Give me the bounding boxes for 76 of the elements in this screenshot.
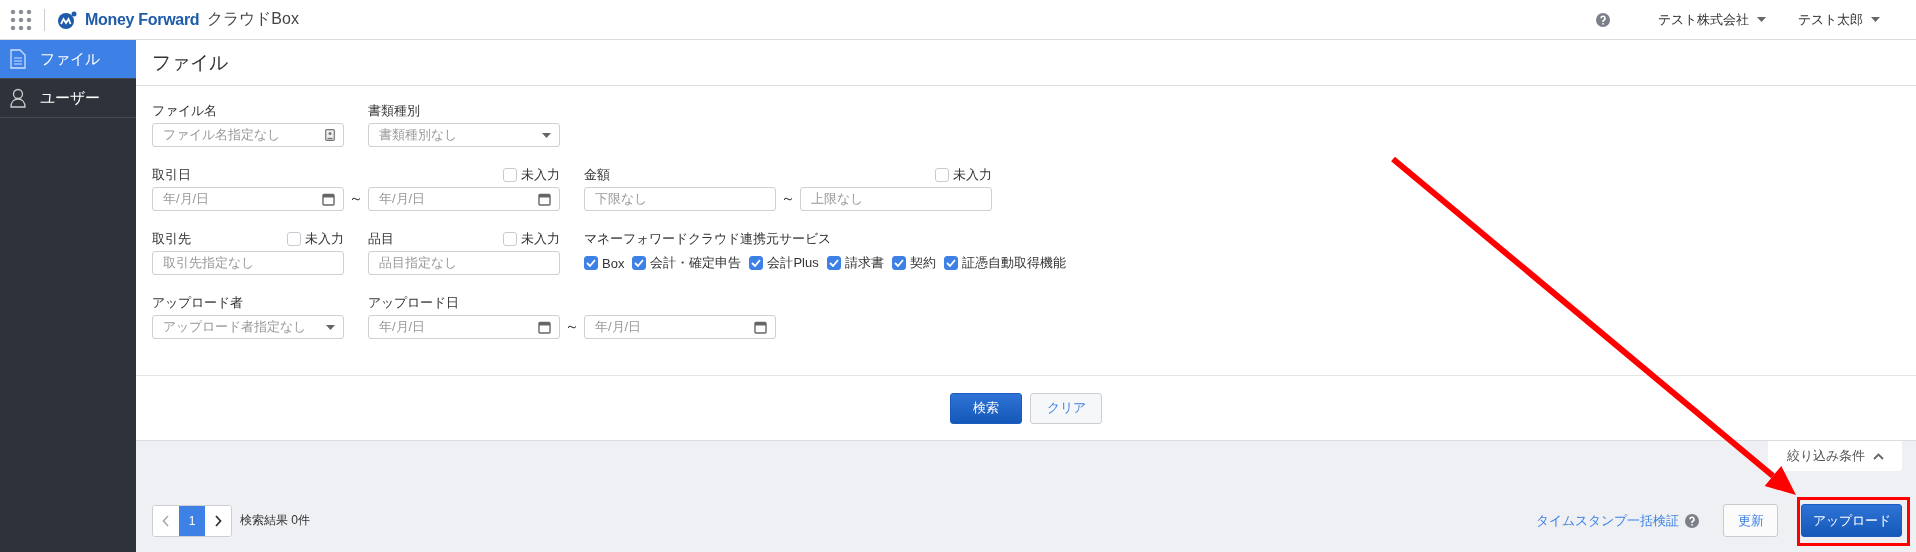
field-label: 金額 xyxy=(584,166,610,184)
sidebar-item[interactable]: ファイル xyxy=(0,40,136,79)
checkbox-label: 未入力 xyxy=(953,166,992,184)
product-name: クラウドBox xyxy=(207,9,299,29)
chevron-left-icon xyxy=(162,514,170,527)
amount-field[interactable]: 下限なし xyxy=(584,187,776,211)
range-separator: ～ xyxy=(564,318,580,336)
date-field[interactable]: 年/月/日 xyxy=(368,187,560,211)
search-button[interactable]: 検索 xyxy=(950,392,1022,424)
refresh-button[interactable]: 更新 xyxy=(1723,504,1778,537)
text-field[interactable]: 取引先指定なし xyxy=(152,251,344,275)
date-field[interactable]: 年/月/日 xyxy=(152,187,344,211)
file-name-field[interactable]: ファイル名指定なし xyxy=(152,123,344,147)
timestamp-link[interactable]: タイムスタンプ一括検証 xyxy=(1536,511,1679,530)
checkbox-label: 会計Plus xyxy=(767,254,819,272)
caret-icon xyxy=(1871,17,1880,22)
logo-icon xyxy=(57,10,77,29)
checkbox-label: 未入力 xyxy=(521,230,560,248)
checkbox-label: 未入力 xyxy=(305,230,344,248)
text-field[interactable]: 品目指定なし xyxy=(368,251,560,275)
user-menu[interactable]: テスト太郎 xyxy=(1798,10,1880,29)
result-count: 検索結果 0件 xyxy=(240,512,310,529)
brand-name: Money Forward xyxy=(85,10,200,29)
field-label: 取引先 xyxy=(152,230,191,248)
person-icon xyxy=(10,88,26,108)
select-field[interactable]: アップロード者指定なし xyxy=(152,315,344,339)
clear-button[interactable]: クリア xyxy=(1030,392,1102,424)
checkbox[interactable] xyxy=(891,256,906,270)
checkbox[interactable] xyxy=(503,168,517,182)
checkbox[interactable] xyxy=(826,256,841,270)
field-label: アップロード日 xyxy=(368,294,459,312)
field-label: 取引日 xyxy=(152,166,191,184)
field-label: マネーフォワードクラウド連携元サービス xyxy=(584,230,831,248)
field-label: アップロード者 xyxy=(152,294,243,312)
checkbox-label: 証憑自動取得機能 xyxy=(961,254,1066,272)
calendar-icon xyxy=(754,320,767,334)
amount-field[interactable]: 上限なし xyxy=(800,187,992,211)
filter-toggle-tab[interactable]: 絞り込み条件 xyxy=(1768,441,1902,471)
range-separator: ～ xyxy=(780,190,796,208)
contact-card-icon xyxy=(325,129,335,141)
checkbox-label: 請求書 xyxy=(844,254,884,272)
checkbox-label: 会計・確定申告 xyxy=(650,254,742,272)
sidebar-item[interactable]: ユーザー xyxy=(0,79,136,118)
field-label: 品目 xyxy=(368,230,394,248)
document-icon xyxy=(10,49,26,69)
date-field[interactable]: 年/月/日 xyxy=(584,315,776,339)
app-grid-icon[interactable] xyxy=(10,8,32,31)
checkbox[interactable] xyxy=(584,256,598,270)
calendar-icon xyxy=(322,192,335,206)
range-separator: ～ xyxy=(348,190,364,208)
page-button[interactable]: 1 xyxy=(179,505,205,536)
caret-icon xyxy=(542,132,551,138)
checkbox[interactable] xyxy=(632,256,647,270)
field-label: 書類種別 xyxy=(368,102,420,120)
date-field[interactable]: 年/月/日 xyxy=(368,315,560,339)
checkbox-label: 未入力 xyxy=(521,166,560,184)
calendar-icon xyxy=(538,320,551,334)
help-icon[interactable] xyxy=(1685,513,1699,528)
help-icon[interactable] xyxy=(1596,12,1610,27)
page-title: ファイル xyxy=(152,50,228,75)
calendar-icon xyxy=(538,192,551,206)
chevron-up-icon xyxy=(1872,452,1884,460)
checkbox[interactable] xyxy=(935,168,949,182)
checkbox-label: 契約 xyxy=(909,254,936,272)
checkbox[interactable] xyxy=(749,256,764,270)
upload-button[interactable]: アップロード xyxy=(1801,504,1902,537)
checkbox[interactable] xyxy=(287,232,301,246)
company-menu[interactable]: テスト株式会社 xyxy=(1658,10,1766,29)
caret-icon xyxy=(326,324,335,330)
select-field[interactable]: 書類種別なし xyxy=(368,123,560,147)
caret-icon xyxy=(1757,17,1766,22)
chevron-right-icon xyxy=(214,514,222,527)
checkbox[interactable] xyxy=(943,256,958,270)
checkbox-label: Box xyxy=(602,255,625,271)
field-label: ファイル名 xyxy=(152,102,217,120)
checkbox[interactable] xyxy=(503,232,517,246)
